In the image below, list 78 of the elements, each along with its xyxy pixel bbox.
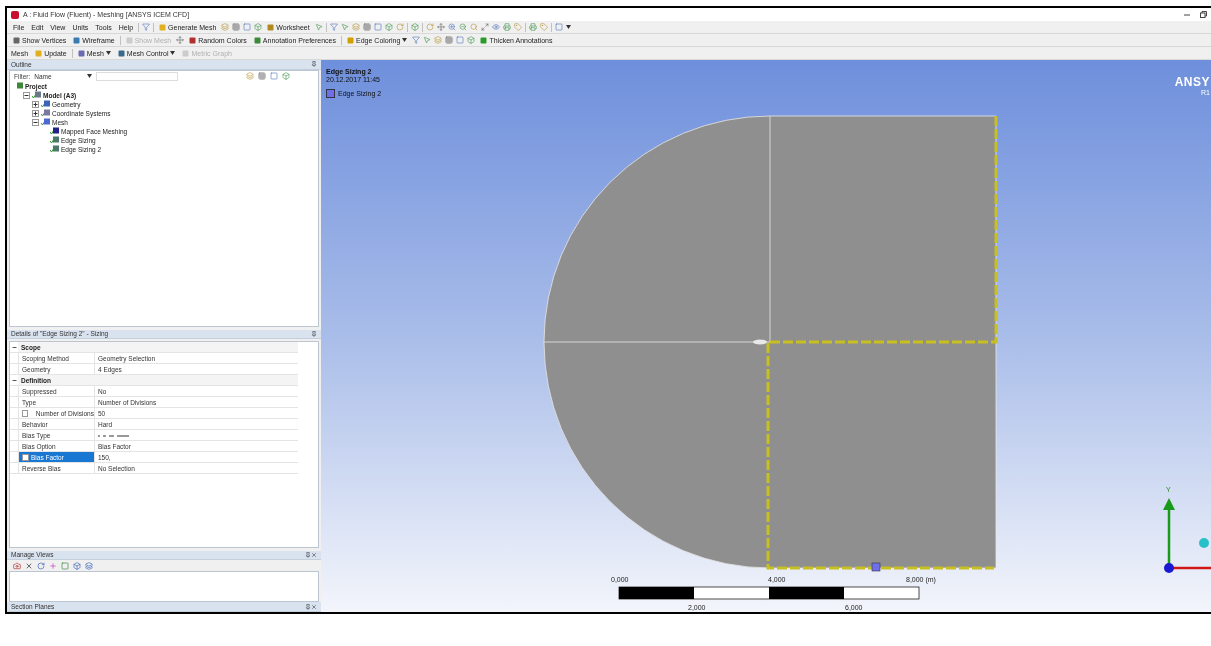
selected-edges[interactable]	[766, 116, 998, 570]
delete-icon[interactable]	[25, 561, 33, 570]
move-icon[interactable]	[176, 36, 185, 44]
filter-icon[interactable]	[142, 23, 151, 31]
caret-icon	[170, 51, 176, 55]
caret-icon	[105, 51, 111, 55]
tree-node-icon	[50, 145, 59, 154]
zoom-out-icon[interactable]	[458, 23, 467, 31]
printer-icon[interactable]	[528, 23, 537, 31]
square-icon[interactable]	[456, 36, 465, 44]
tool-icon	[159, 23, 167, 31]
pointer-icon[interactable]	[340, 23, 349, 31]
search-icon[interactable]	[469, 23, 478, 31]
layers-icon[interactable]	[434, 36, 443, 44]
tree-node-icon	[32, 91, 41, 100]
tag-icon[interactable]	[539, 23, 548, 31]
rotate-icon[interactable]	[425, 23, 434, 31]
caret-icon	[565, 25, 571, 29]
cube-icon[interactable]	[73, 561, 81, 570]
tool-icon	[35, 49, 43, 57]
logo-text: ANSY	[1174, 75, 1210, 89]
tool-icon	[347, 36, 355, 44]
caret-icon	[402, 38, 408, 42]
filter-icon[interactable]	[329, 23, 338, 31]
layers-icon[interactable]	[351, 23, 360, 31]
cube-icon[interactable]	[254, 23, 263, 31]
tree-node-icon	[41, 100, 50, 109]
parameter-checkbox[interactable]	[22, 409, 28, 417]
cube-icon[interactable]	[282, 72, 291, 81]
zoom-in-icon[interactable]	[447, 23, 456, 31]
rotate-icon[interactable]	[395, 23, 404, 31]
square-icon[interactable]	[270, 72, 279, 81]
filter-input[interactable]	[96, 71, 179, 81]
filter-icon[interactable]	[412, 36, 421, 44]
project-icon	[14, 82, 23, 91]
pin-icon[interactable]	[311, 61, 317, 68]
square-icon[interactable]	[554, 23, 563, 31]
expand-toggle[interactable]	[32, 100, 39, 108]
square-icon[interactable]	[61, 561, 69, 570]
layers-icon[interactable]	[221, 23, 230, 31]
geometry-face[interactable]	[544, 115, 997, 569]
expand-toggle[interactable]	[32, 109, 39, 117]
close-icon[interactable]	[311, 551, 317, 558]
pin-icon[interactable]	[311, 330, 317, 337]
close-icon[interactable]	[311, 603, 317, 610]
cube-icon[interactable]	[410, 23, 419, 31]
move-icon[interactable]	[436, 23, 445, 31]
camera-icon[interactable]	[13, 561, 21, 570]
minimize-icon	[1184, 13, 1190, 16]
layers-icon[interactable]	[246, 72, 255, 81]
parameter-checkbox[interactable]	[22, 453, 29, 461]
eye-icon[interactable]	[491, 23, 500, 31]
cube-icon[interactable]	[467, 36, 476, 44]
printer-icon[interactable]	[502, 23, 511, 31]
tree-node-icon	[41, 118, 50, 127]
expand-toggle[interactable]	[23, 91, 30, 99]
tree-node-icon	[41, 109, 50, 118]
restore-button[interactable]	[1197, 9, 1209, 20]
edge-marker	[871, 562, 881, 572]
layers-icon[interactable]	[85, 561, 93, 570]
expand-toggle[interactable]	[32, 118, 39, 126]
pin-icon[interactable]	[305, 603, 311, 610]
cube-icon[interactable]	[384, 23, 393, 31]
rotate-icon[interactable]	[37, 561, 45, 570]
tree-node-icon	[50, 136, 59, 145]
plus-icon[interactable]	[49, 561, 57, 570]
caret-icon	[87, 74, 93, 79]
pointer-icon[interactable]	[314, 23, 323, 31]
square-icon[interactable]	[373, 23, 382, 31]
app-icon	[11, 10, 19, 19]
maximize-icon[interactable]	[480, 23, 489, 31]
tool-icon	[13, 36, 20, 44]
restore-icon	[1199, 11, 1207, 18]
pin-icon[interactable]	[305, 551, 311, 558]
square-icon[interactable]	[243, 23, 252, 31]
tag-icon[interactable]	[513, 23, 522, 31]
tool-icon	[480, 36, 488, 44]
pointer-icon[interactable]	[423, 36, 432, 44]
